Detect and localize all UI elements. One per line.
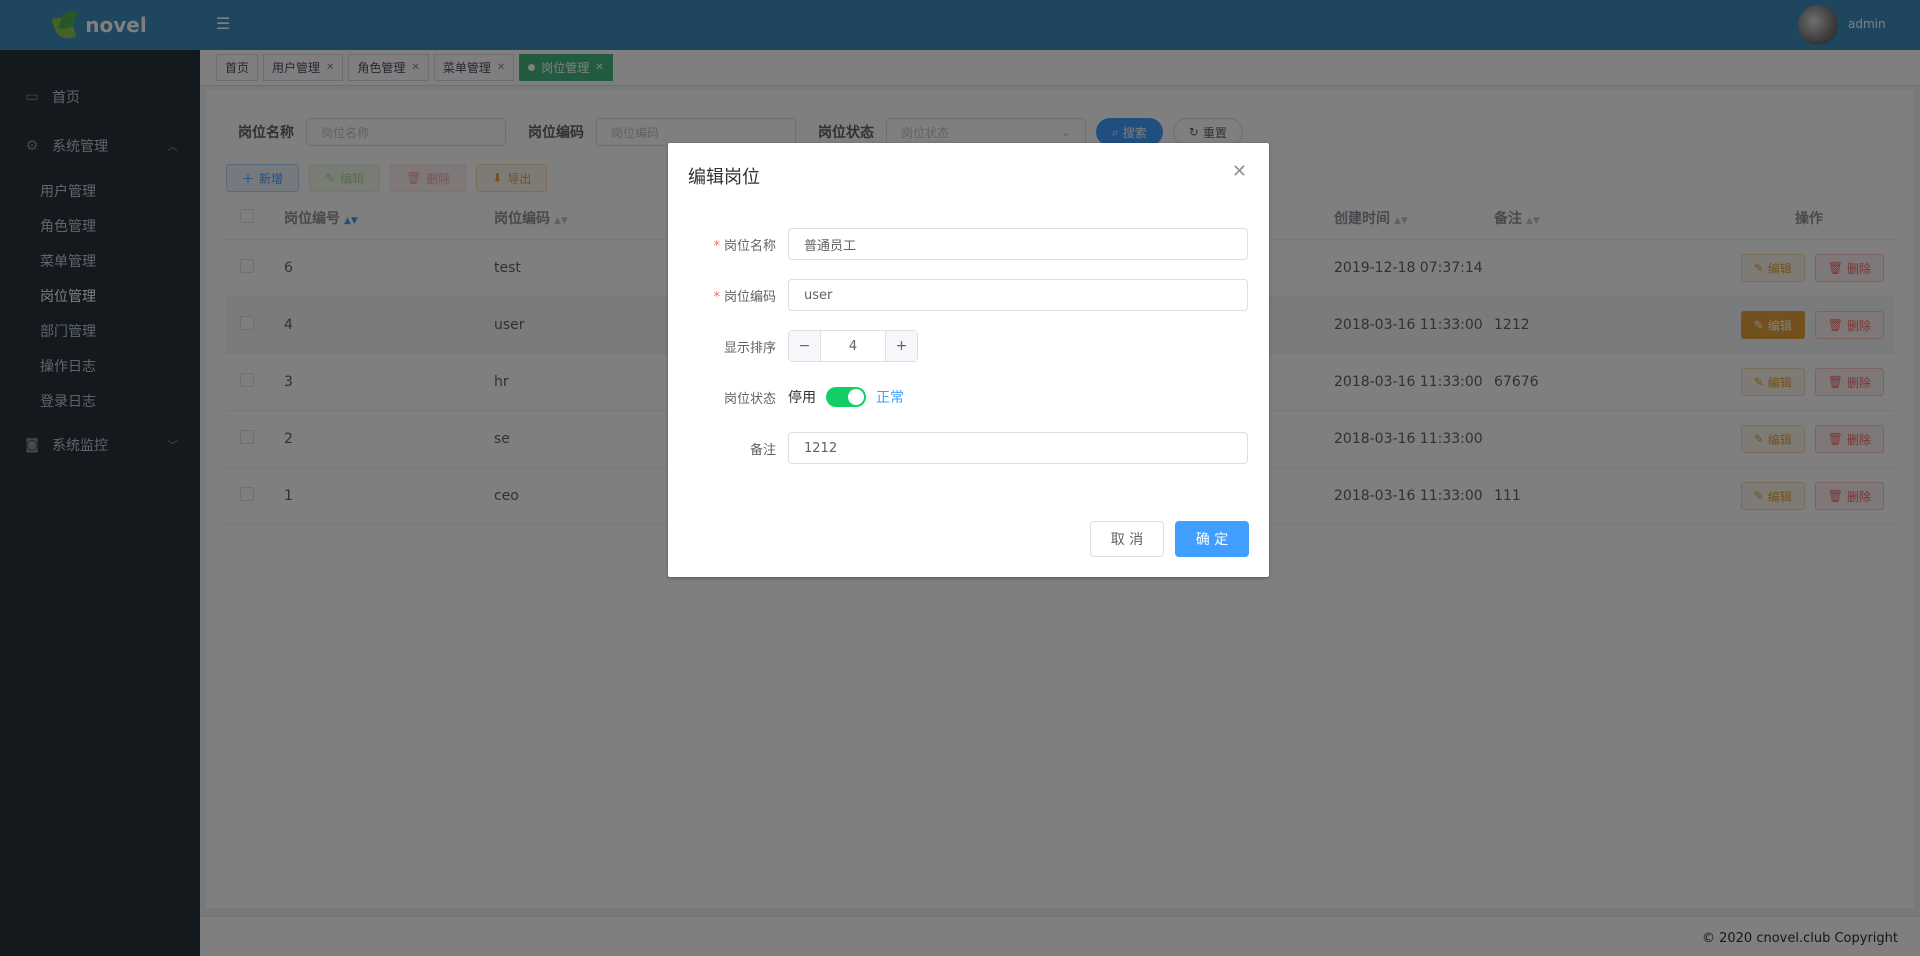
post-code-field[interactable]: user bbox=[788, 279, 1248, 311]
edit-post-dialog: 编辑岗位 ✕ * 岗位名称 普通员工 * 岗位编码 user 显示排序 − 4 + … bbox=[668, 143, 1269, 577]
post-name-label-text: 岗位名称 bbox=[723, 238, 776, 254]
status-toggle[interactable] bbox=[826, 387, 866, 407]
close-icon[interactable]: ✕ bbox=[1232, 161, 1247, 182]
form-row-sort: 显示排序 − 4 + bbox=[688, 330, 1249, 362]
post-name-field[interactable]: 普通员工 bbox=[788, 228, 1248, 260]
plus-icon[interactable]: + bbox=[885, 331, 917, 361]
form-row-post-name: * 岗位名称 普通员工 bbox=[688, 228, 1249, 260]
status-switch-group: 停用 正常 bbox=[788, 387, 904, 407]
form-row-status: 岗位状态 停用 正常 bbox=[688, 381, 1249, 413]
toggle-knob bbox=[848, 389, 864, 405]
post-code-label-text: 岗位编码 bbox=[723, 289, 776, 305]
remark-label: 备注 bbox=[749, 442, 776, 458]
sort-label: 显示排序 bbox=[723, 340, 776, 356]
required-mark: * bbox=[713, 238, 720, 254]
status-label: 岗位状态 bbox=[723, 391, 776, 407]
dialog-title: 编辑岗位 bbox=[688, 167, 760, 188]
cancel-button[interactable]: 取 消 bbox=[1090, 521, 1164, 557]
status-on-label[interactable]: 正常 bbox=[876, 387, 904, 407]
confirm-button[interactable]: 确 定 bbox=[1175, 521, 1249, 557]
remark-field[interactable]: 1212 bbox=[788, 432, 1248, 464]
minus-icon[interactable]: − bbox=[789, 331, 821, 361]
status-off-label[interactable]: 停用 bbox=[788, 387, 816, 407]
form-row-post-code: * 岗位编码 user bbox=[688, 279, 1249, 311]
sort-value[interactable]: 4 bbox=[821, 331, 885, 361]
post-name-label: * 岗位名称 bbox=[688, 235, 788, 254]
required-mark: * bbox=[713, 289, 720, 305]
form-row-remark: 备注 1212 bbox=[688, 432, 1249, 464]
post-code-label: * 岗位编码 bbox=[688, 286, 788, 305]
sort-stepper[interactable]: − 4 + bbox=[788, 330, 918, 362]
